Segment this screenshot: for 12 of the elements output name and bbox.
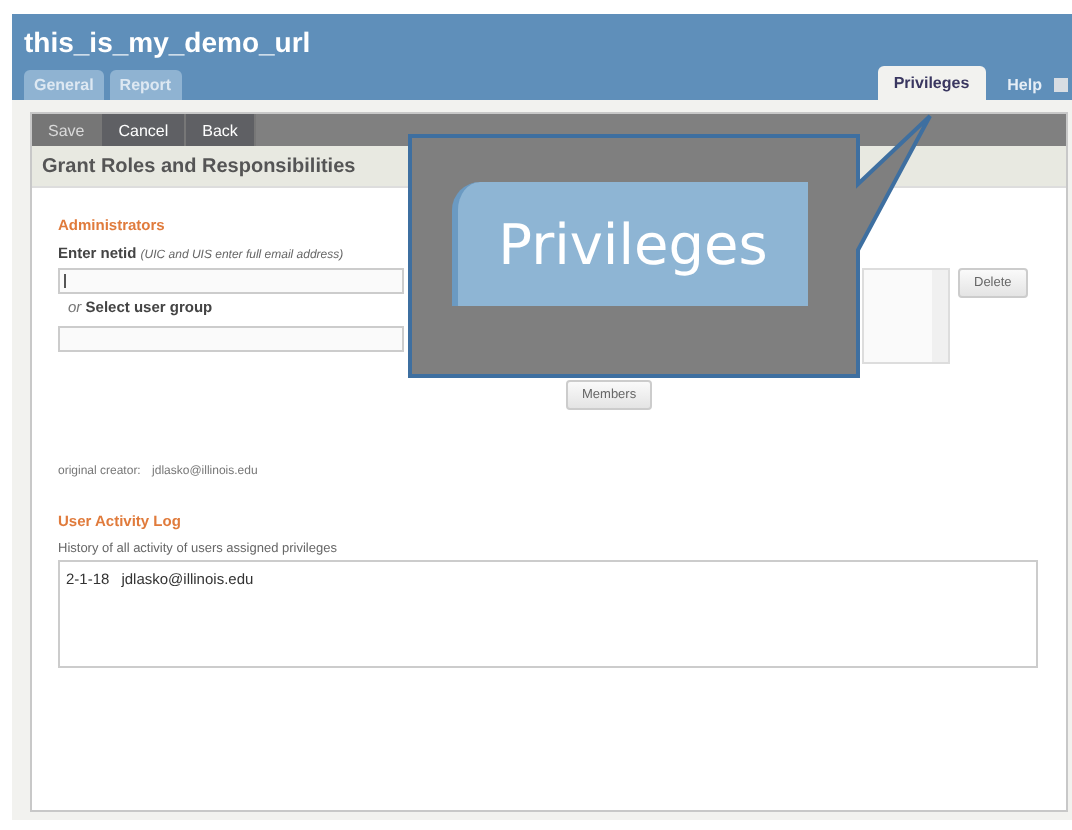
callout-label: Privileges [452,182,808,306]
help-icon [1054,78,1068,92]
scroll-bar [932,270,948,362]
section-title: Grant Roles and Responsibilities [42,155,356,177]
netid-field[interactable] [58,268,404,294]
help-link[interactable]: Help [991,70,1048,100]
tab[interactable]: Privileges [877,66,986,100]
group-field[interactable] [58,326,404,352]
window-title: this_is_my_demo_url [24,26,313,62]
toolbar-button[interactable]: Back [186,114,256,146]
toolbar-button[interactable]: Cancel [102,114,187,146]
list-box[interactable] [862,268,950,364]
